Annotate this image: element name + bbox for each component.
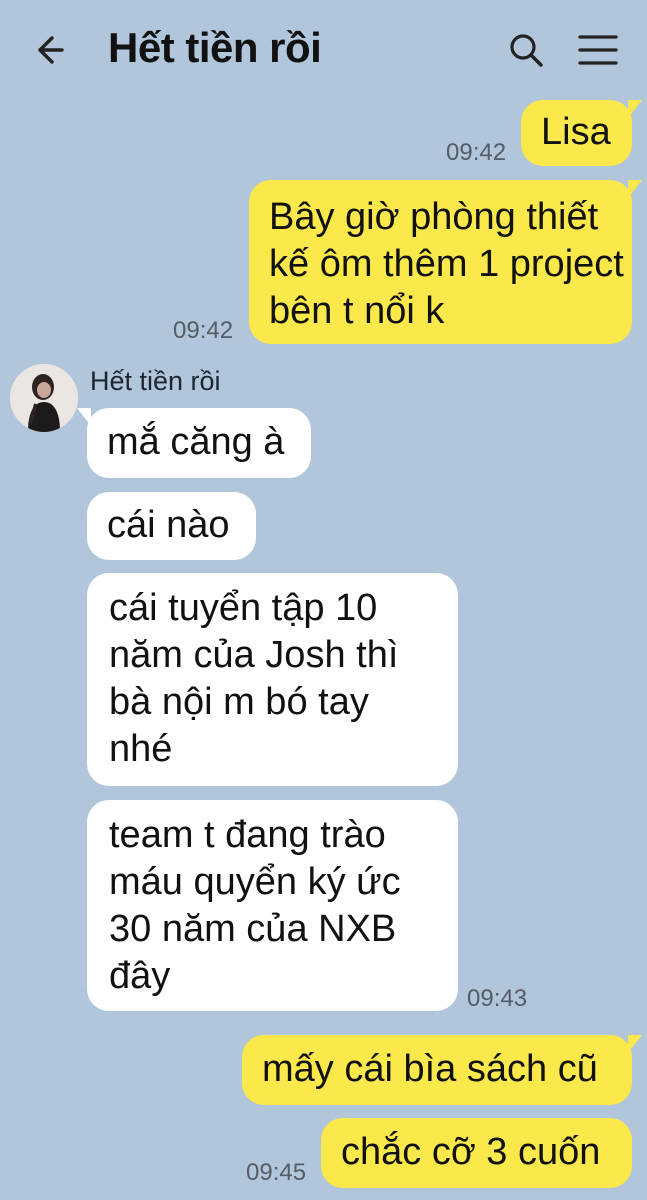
message-bubble-outgoing[interactable]: Bây giờ phòng thiết kế ôm thêm 1 project… — [249, 180, 642, 344]
message-bubble-outgoing[interactable]: chắc cỡ 3 cuốn — [321, 1118, 632, 1188]
search-button[interactable] — [506, 30, 546, 70]
message-bubble-outgoing[interactable]: mấy cái bìa sách cũ — [242, 1035, 642, 1105]
chat-title: Hết tiền rồi — [108, 24, 322, 71]
message-bubble-incoming[interactable]: mắ căng à — [77, 408, 311, 478]
message-text: Bây giờ phòng thiết kế ôm thêm 1 project… — [269, 196, 624, 332]
avatar-photo-icon — [10, 364, 78, 432]
message-text: cái tuyển tập 10 năm của Josh thì bà nội… — [109, 587, 399, 770]
message-time: 09:43 — [467, 985, 528, 1012]
chat-header: Hết tiền rồi — [0, 0, 647, 100]
message-text: mắ căng à — [107, 421, 285, 463]
message-bubble-incoming[interactable]: team t đang trào máu quyển ký ức 30 năm … — [87, 800, 458, 1011]
back-button[interactable] — [32, 28, 72, 72]
message-bubble-incoming[interactable]: cái tuyển tập 10 năm của Josh thì bà nội… — [87, 573, 458, 786]
menu-button[interactable] — [576, 32, 620, 68]
message-bubble-incoming[interactable]: cái nào — [87, 492, 256, 560]
message-time: 09:42 — [446, 139, 507, 166]
message-text: cái nào — [107, 504, 230, 546]
message-text: mấy cái bìa sách cũ — [262, 1048, 598, 1090]
search-icon — [510, 34, 543, 67]
message-text: chắc cỡ 3 cuốn — [341, 1131, 601, 1173]
message-bubble-outgoing[interactable]: Lisa — [521, 100, 642, 166]
arrow-left-icon — [38, 36, 64, 64]
message-text: team t đang trào máu quyển ký ức 30 năm … — [109, 814, 401, 997]
sender-name: Hết tiền rồi — [90, 366, 221, 396]
hamburger-menu-icon — [578, 35, 618, 65]
avatar[interactable] — [10, 364, 78, 432]
message-time: 09:42 — [173, 317, 234, 344]
message-time: 09:45 — [246, 1159, 307, 1186]
message-text: Lisa — [541, 111, 611, 153]
